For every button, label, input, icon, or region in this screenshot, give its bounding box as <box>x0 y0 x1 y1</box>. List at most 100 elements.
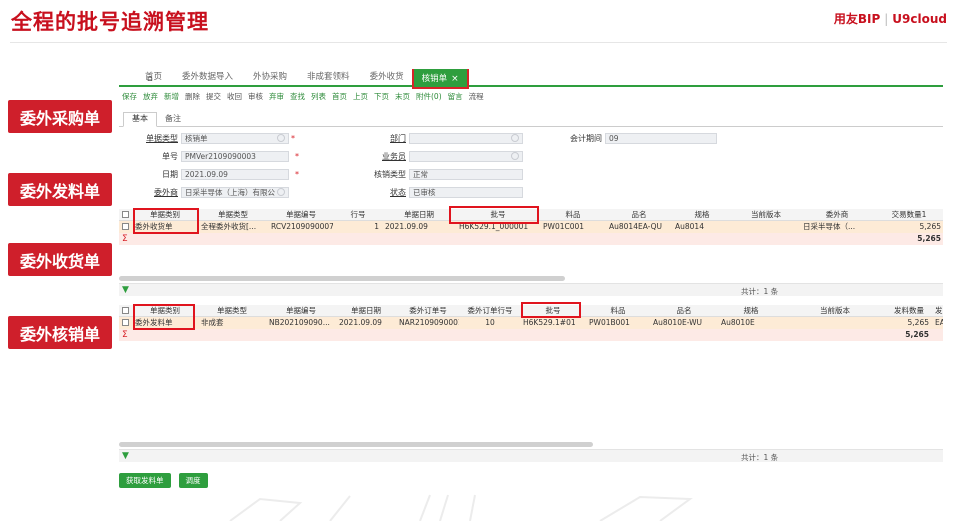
sum-value: 5,265 <box>917 234 941 243</box>
grid-receipt-scrollbar[interactable] <box>119 276 565 281</box>
tab-home[interactable]: 首页 <box>119 70 172 85</box>
toolbar-button[interactable]: 审核 <box>248 91 263 102</box>
subtab-basic[interactable]: 基本 <box>123 112 157 127</box>
toolbar-button[interactable]: 保存 <box>122 91 137 102</box>
row-checkbox[interactable] <box>122 319 129 326</box>
toolbar-button[interactable]: 下页 <box>374 91 389 102</box>
table-cell: 10 <box>485 318 495 327</box>
table-cell: H6K529.1#01 <box>523 318 576 327</box>
toolbar-button[interactable]: 上页 <box>353 91 368 102</box>
tab-verify-doc-label: 核销单 <box>421 74 448 84</box>
subtab-remark[interactable]: 备注 <box>157 113 189 126</box>
tab-bar: ⌂ 首页 委外数据导入 外协采购 非成套领料 委外收货 核销单 × <box>119 69 943 89</box>
toolbar-button[interactable]: 留言 <box>448 91 463 102</box>
tab-non-kit-issue[interactable]: 非成套领料 <box>297 70 360 85</box>
column-header: 品名 <box>676 306 692 315</box>
required-mark: * <box>295 151 299 161</box>
brand-u9cloud: U9cloud <box>892 12 947 26</box>
column-header: 当前版本 <box>751 210 781 219</box>
toolbar-button[interactable]: 新增 <box>164 91 179 102</box>
column-header: 单据编号 <box>286 306 316 315</box>
row-checkbox[interactable] <box>122 223 129 230</box>
toolbar-button[interactable]: 首页 <box>332 91 347 102</box>
field-period: 会计期间 09 <box>539 132 717 144</box>
grid-issue-scrollbar[interactable] <box>119 442 593 447</box>
dept-input[interactable] <box>409 132 523 144</box>
dept-label: 部门 <box>390 133 406 143</box>
doc-type-input[interactable]: 核销单 <box>181 132 289 144</box>
grid-issue-body <box>119 341 943 441</box>
tab-outsource-import[interactable]: 委外数据导入 <box>172 70 243 85</box>
brand-yonyou: 用友BIP <box>833 12 881 26</box>
grid-receipt-body <box>119 245 943 273</box>
tab-verify-doc[interactable]: 核销单 × <box>411 69 469 89</box>
salesman-dropdown-icon[interactable] <box>511 152 519 160</box>
toolbar-button[interactable]: 流程 <box>469 91 484 102</box>
date-input[interactable]: 2021.09.09 <box>181 168 289 180</box>
table-cell: Au8010E <box>721 318 755 327</box>
row-checkbox[interactable] <box>122 211 129 218</box>
table-cell: NAR2109090001 <box>399 318 459 327</box>
column-header: 委外订单号 <box>409 306 447 315</box>
filter-icon[interactable]: ▼ <box>122 451 129 461</box>
highlight-doc-category <box>133 304 195 330</box>
toolbar-button[interactable]: 收回 <box>227 91 242 102</box>
adjust-button[interactable]: 调度 <box>178 473 208 488</box>
field-status: 状态 已审核 <box>339 186 523 198</box>
table-cell: Au8014 <box>675 222 704 231</box>
vendor-dropdown-icon[interactable] <box>277 188 285 196</box>
toolbar-button[interactable]: 提交 <box>206 91 221 102</box>
doc-no-input[interactable]: PMVer2109090003 <box>181 150 289 162</box>
table-cell: RCV2109090007 <box>271 222 333 231</box>
toolbar-button[interactable]: 列表 <box>311 91 326 102</box>
sub-tab-bar: 基本 备注 <box>119 112 943 127</box>
filter-icon[interactable]: ▼ <box>122 285 129 295</box>
table-cell: PW01B001 <box>589 318 630 327</box>
sum-icon: Σ <box>122 234 128 244</box>
salesman-label: 业务员 <box>382 151 406 161</box>
vendor-input[interactable]: 日采半导体（上海）有限公 <box>181 186 289 198</box>
required-mark: * <box>295 169 299 179</box>
toolbar-button[interactable]: 删除 <box>185 91 200 102</box>
verify-type-input[interactable]: 正常 <box>409 168 523 180</box>
table-cell <box>733 221 799 233</box>
column-header: 料品 <box>610 306 626 315</box>
fetch-issue-button[interactable]: 获取发料单 <box>119 473 171 488</box>
brand-logo: 用友BIP | U9cloud <box>834 10 947 27</box>
toolbar-button[interactable]: 放弃 <box>143 91 158 102</box>
status-label: 状态 <box>390 187 406 197</box>
toolbar-button[interactable]: 附件(0) <box>416 91 442 102</box>
tab-outsource-purchase[interactable]: 外协采购 <box>243 70 297 85</box>
column-header: 发料数量 <box>894 306 924 315</box>
close-icon[interactable]: × <box>451 74 459 84</box>
column-header: 交易数量1 <box>891 210 927 219</box>
home-icon[interactable]: ⌂ <box>147 74 153 84</box>
table-cell: Au8010E-WU <box>653 318 703 327</box>
grid-issue-total: 共计：1 条 <box>741 453 779 462</box>
table-cell: PW01C001 <box>543 222 585 231</box>
table-row[interactable]: 委外发料单 非成套 NB202109090... 2021.09.09 NAR21090… <box>119 317 943 329</box>
header-form: 单据类型 核销单 * 单号 PMVer2109090003 * 日期 2021.… <box>119 131 943 203</box>
table-cell: 全程委外收货[... <box>201 222 257 231</box>
dept-dropdown-icon[interactable] <box>511 134 519 142</box>
salesman-input[interactable] <box>409 150 523 162</box>
column-header: 单据日期 <box>404 210 434 219</box>
period-input[interactable]: 09 <box>605 132 717 144</box>
toolbar-button[interactable]: 末页 <box>395 91 410 102</box>
tab-outsource-receipt[interactable]: 委外收货 <box>360 70 414 85</box>
callout-outsource-receipt: 委外收货单 <box>8 243 112 276</box>
toolbar-button[interactable]: 弃审 <box>269 91 284 102</box>
sum-row: Σ 5,265 <box>119 329 943 341</box>
required-mark: * <box>291 133 295 143</box>
row-checkbox[interactable] <box>122 307 129 314</box>
column-header: 规格 <box>694 210 710 219</box>
highlight-doc-category <box>133 208 199 234</box>
doc-type-dropdown-icon[interactable] <box>277 134 285 142</box>
table-cell: 2021.09.09 <box>385 222 428 231</box>
field-verify-type: 核销类型 正常 <box>339 168 523 180</box>
toolbar-button[interactable]: 查找 <box>290 91 305 102</box>
vendor-label: 委外商 <box>154 187 178 197</box>
column-header: 单据编号 <box>286 210 316 219</box>
field-doc-type: 单据类型 核销单 * <box>119 132 295 144</box>
column-header: 委外商 <box>825 210 849 219</box>
